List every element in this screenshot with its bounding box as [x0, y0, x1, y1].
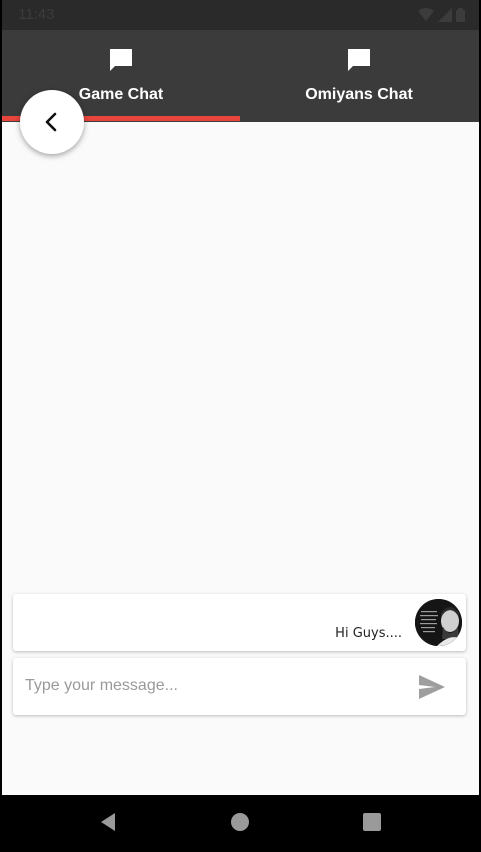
system-nav-bar: [2, 795, 479, 852]
chat-bubble-icon: [110, 49, 132, 71]
chat-bubble-icon: [348, 49, 370, 71]
back-triangle-icon[interactable]: [98, 812, 118, 832]
send-icon: [419, 675, 445, 699]
tab-omiyans-chat[interactable]: Omiyans Chat: [240, 30, 478, 122]
avatar-image: [415, 599, 462, 646]
message-input[interactable]: [25, 672, 395, 700]
tab-label: Omiyans Chat: [305, 86, 413, 103]
app-screen: 11:43 Game Chat Omiyans Chat Hi Guys....: [2, 0, 479, 852]
user-avatar[interactable]: [415, 599, 462, 646]
back-button[interactable]: [20, 90, 84, 154]
status-icons: [418, 8, 465, 22]
message-text: Hi Guys....: [335, 626, 402, 641]
message-composer: [13, 658, 466, 715]
recents-square-icon[interactable]: [362, 812, 382, 832]
wifi-icon: [418, 8, 434, 21]
status-time: 11:43: [18, 6, 55, 23]
battery-icon: [456, 8, 465, 22]
send-button[interactable]: [418, 674, 446, 700]
signal-icon: [438, 8, 452, 22]
status-bar: 11:43: [2, 0, 479, 30]
message-card: Hi Guys....: [13, 594, 466, 651]
home-circle-icon[interactable]: [230, 812, 250, 832]
chevron-left-icon: [45, 112, 57, 132]
